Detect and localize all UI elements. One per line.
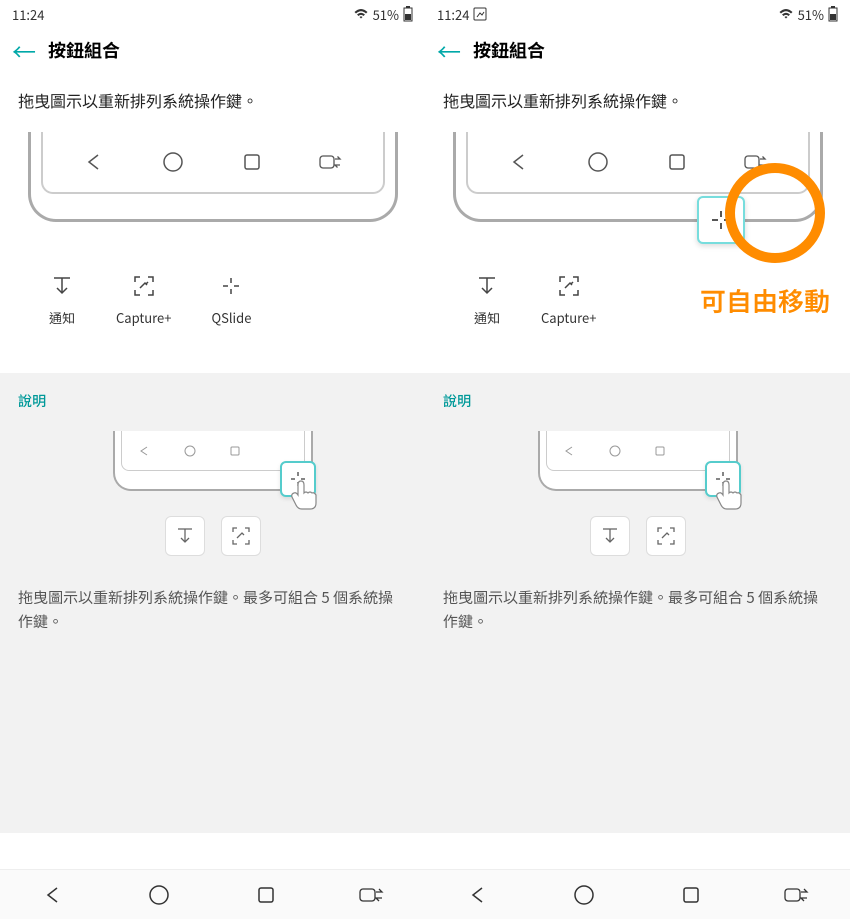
help-section: 說明: [425, 373, 850, 833]
nav-back-icon[interactable]: [505, 148, 533, 176]
hand-pointer-icon: [286, 473, 326, 513]
battery-text: 51%: [798, 5, 824, 24]
nav-home-icon[interactable]: [159, 148, 187, 176]
sys-home-button[interactable]: [145, 881, 173, 909]
navbar-preview: [28, 132, 398, 252]
sys-back-button[interactable]: [39, 881, 67, 909]
sys-back-button[interactable]: [464, 881, 492, 909]
help-illustration: [443, 431, 832, 556]
app-header: ← 按鈕組合: [425, 28, 850, 72]
wifi-icon: [778, 8, 794, 20]
capture-icon: [555, 272, 583, 300]
system-nav-bar: [425, 869, 850, 919]
demo-recent-icon: [652, 443, 668, 459]
sys-sim-button[interactable]: [783, 881, 811, 909]
drag-label: 通知: [474, 308, 500, 327]
help-title: 說明: [18, 391, 407, 411]
demo-capture-btn: [221, 516, 261, 556]
drag-item-capture[interactable]: Capture+: [541, 272, 596, 327]
dragging-tile-qslide[interactable]: [697, 196, 745, 244]
demo-home-icon: [182, 443, 198, 459]
help-illustration: [18, 431, 407, 556]
page-title: 按鈕組合: [473, 37, 545, 63]
drag-item-notify[interactable]: 通知: [473, 272, 501, 327]
battery-icon: [403, 6, 413, 22]
status-time: 11:24: [12, 5, 44, 24]
system-nav-bar: [0, 869, 425, 919]
instruction-text: 拖曳圖示以重新排列系統操作鍵。: [18, 88, 407, 112]
help-description: 拖曳圖示以重新排列系統操作鍵。最多可組合 5 個系統操作鍵。: [443, 586, 832, 634]
demo-notify-btn: [590, 516, 630, 556]
sys-sim-button[interactable]: [358, 881, 386, 909]
help-title: 說明: [443, 391, 832, 411]
notify-icon: [48, 272, 76, 300]
drag-label: QSlide: [211, 308, 251, 327]
nav-recent-icon[interactable]: [238, 148, 266, 176]
capture-icon: [130, 272, 158, 300]
demo-notify-btn: [165, 516, 205, 556]
nav-recent-icon[interactable]: [663, 148, 691, 176]
status-bar: 11:24 51%: [425, 0, 850, 28]
instruction-text: 拖曳圖示以重新排列系統操作鍵。: [443, 88, 832, 112]
sys-recent-button[interactable]: [677, 881, 705, 909]
demo-home-icon: [607, 443, 623, 459]
demo-recent-icon: [227, 443, 243, 459]
drag-label: Capture+: [541, 308, 596, 327]
back-button[interactable]: ←: [12, 33, 36, 68]
nav-home-icon[interactable]: [584, 148, 612, 176]
drag-label: 通知: [49, 308, 75, 327]
screenshot-right: 11:24 51% ← 按鈕組合 拖曳圖示以重新排列系統操作鍵。: [425, 0, 850, 919]
nav-sim-switch-icon[interactable]: [742, 148, 770, 176]
nav-sim-switch-icon[interactable]: [317, 148, 345, 176]
qslide-icon: [217, 272, 245, 300]
demo-back-icon: [561, 443, 577, 459]
hand-pointer-icon: [711, 473, 751, 513]
drag-label: Capture+: [116, 308, 171, 327]
notify-icon: [473, 272, 501, 300]
page-title: 按鈕組合: [48, 37, 120, 63]
status-time: 11:24: [437, 5, 469, 24]
battery-text: 51%: [373, 5, 399, 24]
drag-item-row: 通知 Capture+: [443, 252, 832, 337]
back-button[interactable]: ←: [437, 33, 461, 68]
screenshot-left: 11:24 51% ← 按鈕組合 拖曳圖示以重新排列系統操作鍵。: [0, 0, 425, 919]
wifi-icon: [353, 8, 369, 20]
sys-recent-button[interactable]: [252, 881, 280, 909]
battery-icon: [828, 6, 838, 22]
status-bar: 11:24 51%: [0, 0, 425, 28]
drag-item-capture[interactable]: Capture+: [116, 272, 171, 327]
demo-capture-btn: [646, 516, 686, 556]
notification-icon: [473, 7, 487, 21]
nav-back-icon[interactable]: [80, 148, 108, 176]
help-description: 拖曳圖示以重新排列系統操作鍵。最多可組合 5 個系統操作鍵。: [18, 586, 407, 634]
drag-item-qslide[interactable]: QSlide: [211, 272, 251, 327]
drag-item-notify[interactable]: 通知: [48, 272, 76, 327]
drag-item-row: 通知 Capture+ QSlide: [18, 252, 407, 337]
sys-home-button[interactable]: [570, 881, 598, 909]
navbar-preview: [453, 132, 823, 252]
help-section: 說明: [0, 373, 425, 833]
demo-back-icon: [136, 443, 152, 459]
app-header: ← 按鈕組合: [0, 28, 425, 72]
